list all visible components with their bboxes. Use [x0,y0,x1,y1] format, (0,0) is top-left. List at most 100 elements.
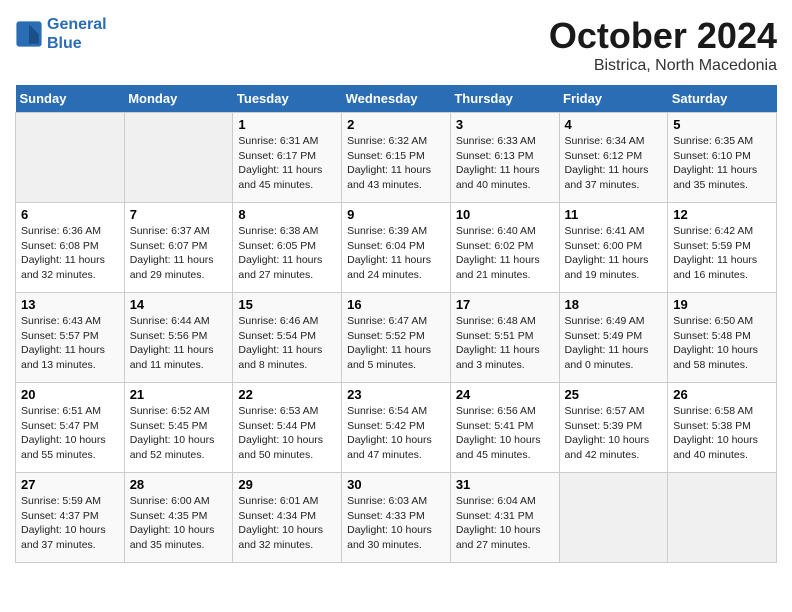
weekday-header: Monday [124,85,233,113]
calendar-cell: 4 Sunrise: 6:34 AMSunset: 6:12 PMDaylight… [559,113,668,203]
logo: General Blue [15,15,107,53]
day-number: 3 [456,117,554,132]
day-number: 23 [347,387,445,402]
calendar-cell: 22Sunrise: 6:53 AMSunset: 5:44 PMDayligh… [233,383,342,473]
header: General Blue October 2024 Bistrica, Nort… [15,15,777,75]
weekday-header: Sunday [16,85,125,113]
logo-icon [15,20,43,48]
day-info: Sunrise: 5:59 AMSunset: 4:37 PMDaylight:… [21,494,119,553]
calendar-table: SundayMondayTuesdayWednesdayThursdayFrid… [15,85,777,563]
calendar-cell: 31 Sunrise: 6:04 AMSunset: 4:31 PMDayligh… [450,473,559,563]
day-number: 31 [456,477,554,492]
calendar-cell: 20 Sunrise: 6:51 AMSunset: 5:47 PMDayligh… [16,383,125,473]
day-info: Sunrise: 6:35 AMSunset: 6:10 PMDaylight:… [673,134,771,193]
day-info: Sunrise: 6:42 AMSunset: 5:59 PMDaylight:… [673,224,771,283]
day-number: 4 [565,117,663,132]
calendar-cell: 17 Sunrise: 6:48 AMSunset: 5:51 PMDayligh… [450,293,559,383]
day-info: Sunrise: 6:44 AMSunset: 5:56 PMDaylight:… [130,314,228,373]
calendar-cell: 10 Sunrise: 6:40 AMSunset: 6:02 PMDayligh… [450,203,559,293]
calendar-cell: 23 Sunrise: 6:54 AMSunset: 5:42 PMDayligh… [342,383,451,473]
day-number: 5 [673,117,771,132]
calendar-cell: 9 Sunrise: 6:39 AMSunset: 6:04 PMDaylight… [342,203,451,293]
day-number: 17 [456,297,554,312]
day-info: Sunrise: 6:37 AMSunset: 6:07 PMDaylight:… [130,224,228,283]
day-info: Sunrise: 6:48 AMSunset: 5:51 PMDaylight:… [456,314,554,373]
logo-general: General [47,16,107,33]
header-row: SundayMondayTuesdayWednesdayThursdayFrid… [16,85,777,113]
day-info: Sunrise: 6:40 AMSunset: 6:02 PMDaylight:… [456,224,554,283]
calendar-cell: 5 Sunrise: 6:35 AMSunset: 6:10 PMDaylight… [668,113,777,203]
calendar-subtitle: Bistrica, North Macedonia [549,57,777,75]
calendar-cell: 3 Sunrise: 6:33 AMSunset: 6:13 PMDaylight… [450,113,559,203]
calendar-cell: 16 Sunrise: 6:47 AMSunset: 5:52 PMDayligh… [342,293,451,383]
day-info: Sunrise: 6:31 AMSunset: 6:17 PMDaylight:… [238,134,336,193]
day-info: Sunrise: 6:38 AMSunset: 6:05 PMDaylight:… [238,224,336,283]
day-number: 20 [21,387,119,402]
calendar-cell: 24 Sunrise: 6:56 AMSunset: 5:41 PMDayligh… [450,383,559,473]
calendar-cell: 28Sunrise: 6:00 AMSunset: 4:35 PMDayligh… [124,473,233,563]
day-number: 19 [673,297,771,312]
weekday-header: Wednesday [342,85,451,113]
calendar-cell: 11 Sunrise: 6:41 AMSunset: 6:00 PMDayligh… [559,203,668,293]
day-info: Sunrise: 6:04 AMSunset: 4:31 PMDaylight:… [456,494,554,553]
day-info: Sunrise: 6:56 AMSunset: 5:41 PMDaylight:… [456,404,554,463]
calendar-cell [124,113,233,203]
day-number: 1 [238,117,336,132]
calendar-week-row: 27 Sunrise: 5:59 AMSunset: 4:37 PMDayligh… [16,473,777,563]
day-number: 9 [347,207,445,222]
day-info: Sunrise: 6:41 AMSunset: 6:00 PMDaylight:… [565,224,663,283]
day-info: Sunrise: 6:01 AMSunset: 4:34 PMDaylight:… [238,494,336,553]
day-number: 18 [565,297,663,312]
day-info: Sunrise: 6:36 AMSunset: 6:08 PMDaylight:… [21,224,119,283]
weekday-header: Saturday [668,85,777,113]
day-number: 21 [130,387,228,402]
day-info: Sunrise: 6:39 AMSunset: 6:04 PMDaylight:… [347,224,445,283]
day-info: Sunrise: 6:58 AMSunset: 5:38 PMDaylight:… [673,404,771,463]
day-number: 14 [130,297,228,312]
day-info: Sunrise: 6:47 AMSunset: 5:52 PMDaylight:… [347,314,445,373]
weekday-header: Tuesday [233,85,342,113]
calendar-cell: 1 Sunrise: 6:31 AMSunset: 6:17 PMDaylight… [233,113,342,203]
day-info: Sunrise: 6:49 AMSunset: 5:49 PMDaylight:… [565,314,663,373]
day-number: 2 [347,117,445,132]
calendar-cell [668,473,777,563]
day-info: Sunrise: 6:53 AMSunset: 5:44 PMDaylight:… [238,404,336,463]
day-info: Sunrise: 6:50 AMSunset: 5:48 PMDaylight:… [673,314,771,373]
day-number: 7 [130,207,228,222]
calendar-cell: 6Sunrise: 6:36 AMSunset: 6:08 PMDaylight… [16,203,125,293]
day-info: Sunrise: 6:54 AMSunset: 5:42 PMDaylight:… [347,404,445,463]
calendar-cell: 25Sunrise: 6:57 AMSunset: 5:39 PMDayligh… [559,383,668,473]
calendar-cell: 26Sunrise: 6:58 AMSunset: 5:38 PMDayligh… [668,383,777,473]
day-number: 30 [347,477,445,492]
day-number: 29 [238,477,336,492]
day-number: 27 [21,477,119,492]
calendar-cell [559,473,668,563]
calendar-cell: 19 Sunrise: 6:50 AMSunset: 5:48 PMDayligh… [668,293,777,383]
calendar-cell: 7 Sunrise: 6:37 AMSunset: 6:07 PMDaylight… [124,203,233,293]
day-info: Sunrise: 6:03 AMSunset: 4:33 PMDaylight:… [347,494,445,553]
day-info: Sunrise: 6:33 AMSunset: 6:13 PMDaylight:… [456,134,554,193]
calendar-cell: 13Sunrise: 6:43 AMSunset: 5:57 PMDayligh… [16,293,125,383]
calendar-week-row: 1 Sunrise: 6:31 AMSunset: 6:17 PMDaylight… [16,113,777,203]
logo-text: General Blue [47,15,107,53]
day-info: Sunrise: 6:52 AMSunset: 5:45 PMDaylight:… [130,404,228,463]
day-number: 8 [238,207,336,222]
weekday-header: Thursday [450,85,559,113]
calendar-cell: 2 Sunrise: 6:32 AMSunset: 6:15 PMDaylight… [342,113,451,203]
day-number: 10 [456,207,554,222]
day-info: Sunrise: 6:32 AMSunset: 6:15 PMDaylight:… [347,134,445,193]
day-info: Sunrise: 6:34 AMSunset: 6:12 PMDaylight:… [565,134,663,193]
calendar-cell [16,113,125,203]
calendar-week-row: 13Sunrise: 6:43 AMSunset: 5:57 PMDayligh… [16,293,777,383]
calendar-week-row: 20 Sunrise: 6:51 AMSunset: 5:47 PMDayligh… [16,383,777,473]
day-number: 24 [456,387,554,402]
day-number: 12 [673,207,771,222]
logo-blue: Blue [47,35,82,52]
day-number: 11 [565,207,663,222]
day-info: Sunrise: 6:51 AMSunset: 5:47 PMDaylight:… [21,404,119,463]
day-number: 16 [347,297,445,312]
weekday-header: Friday [559,85,668,113]
calendar-cell: 30 Sunrise: 6:03 AMSunset: 4:33 PMDayligh… [342,473,451,563]
day-info: Sunrise: 6:57 AMSunset: 5:39 PMDaylight:… [565,404,663,463]
day-info: Sunrise: 6:00 AMSunset: 4:35 PMDaylight:… [130,494,228,553]
